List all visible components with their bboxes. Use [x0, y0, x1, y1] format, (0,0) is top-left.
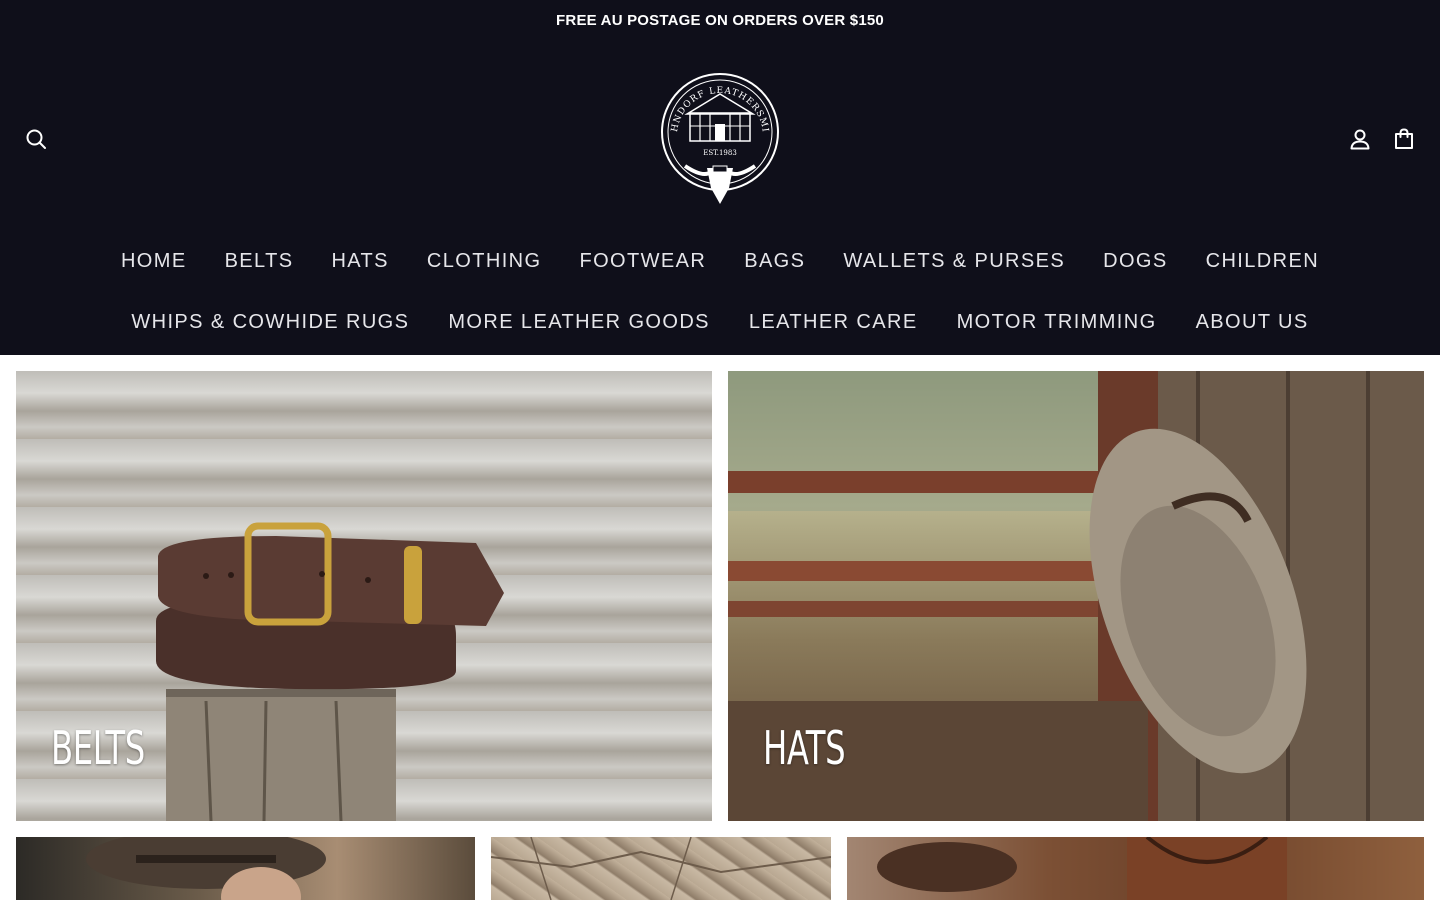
shopping-bag-icon [1395, 128, 1413, 149]
logo-emblem: HAHNDORF LEATHERSMITH EST.1983 [650, 59, 779, 204]
nav-bags[interactable]: BAGS [744, 250, 805, 273]
announcement-bar: FREE AU POSTAGE ON ORDERS OVER $150 [556, 12, 884, 29]
nav-about-us[interactable]: ABOUT US [1196, 311, 1309, 334]
search-button[interactable] [22, 125, 50, 153]
cart-button[interactable] [1390, 125, 1418, 153]
collection-tile-bags[interactable] [847, 837, 1424, 900]
collection-tile-leather-care[interactable] [491, 837, 831, 900]
account-button[interactable] [1346, 125, 1374, 153]
nav-wallets-purses[interactable]: WALLETS & PURSES [843, 250, 1065, 273]
bags-image [847, 837, 1424, 900]
nav-footwear[interactable]: FOOTWEAR [579, 250, 706, 273]
main-nav-row-1: HOME BELTS HATS CLOTHING FOOTWEAR BAGS W… [0, 250, 1440, 273]
nav-leather-care[interactable]: LEATHER CARE [749, 311, 918, 334]
main-nav-row-2: WHIPS & COWHIDE RUGS MORE LEATHER GOODS … [0, 311, 1440, 334]
nav-more-leather-goods[interactable]: MORE LEATHER GOODS [448, 311, 710, 334]
clothing-image [86, 837, 326, 900]
nav-whips-cowhide-rugs[interactable]: WHIPS & COWHIDE RUGS [131, 311, 409, 334]
collection-tile-hats[interactable]: HATS [728, 371, 1424, 821]
nav-children[interactable]: CHILDREN [1206, 250, 1319, 273]
nav-belts[interactable]: BELTS [225, 250, 294, 273]
leather-care-image [491, 837, 831, 900]
logo-est-text: EST.1983 [703, 149, 737, 157]
collection-label-hats: HATS [763, 721, 846, 775]
site-logo[interactable]: HAHNDORF LEATHERSMITH EST.1983 [650, 59, 785, 211]
nav-home[interactable]: HOME [121, 250, 187, 273]
user-icon [1350, 129, 1370, 150]
nav-motor-trimming[interactable]: MOTOR TRIMMING [957, 311, 1157, 334]
nav-dogs[interactable]: DOGS [1103, 250, 1168, 273]
collection-tile-clothing[interactable] [16, 837, 475, 900]
collection-label-belts: BELTS [51, 721, 145, 775]
collection-tile-belts[interactable]: BELTS [16, 371, 712, 821]
nav-clothing[interactable]: CLOTHING [427, 250, 542, 273]
site-header: FREE AU POSTAGE ON ORDERS OVER $150 HAHN… [0, 0, 1440, 355]
search-icon [26, 129, 46, 149]
nav-hats[interactable]: HATS [331, 250, 388, 273]
